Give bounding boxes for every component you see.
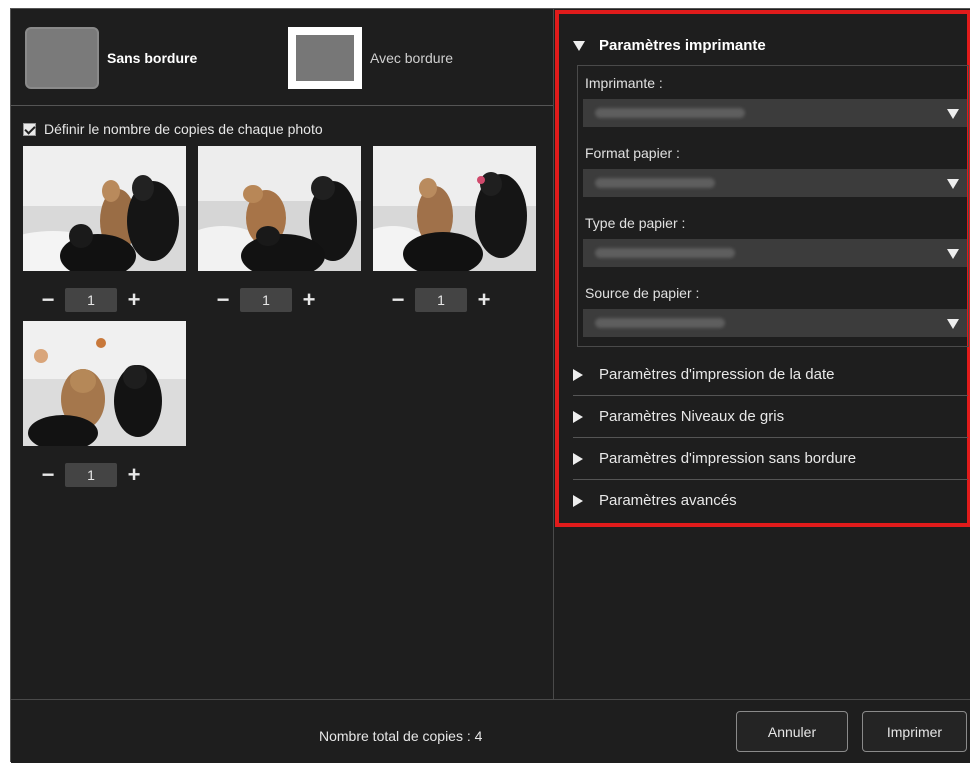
printer-label: Imprimante : [585, 75, 663, 91]
decrease-button[interactable]: − [212, 289, 234, 311]
printer-select-blurred-value [595, 108, 745, 118]
borderless-option[interactable]: Sans bordure [25, 27, 197, 89]
expand-right-icon [573, 410, 583, 423]
expand-right-icon [573, 452, 583, 465]
copy-count[interactable]: 1 [240, 288, 292, 312]
paper-type-label: Type de papier : [585, 215, 686, 231]
bordered-option[interactable]: Avec bordure [288, 27, 453, 89]
section-date-printing[interactable]: Paramètres d'impression de la date [573, 366, 834, 383]
printer-settings-group: Imprimante : Format papier : Type de pap… [577, 65, 969, 347]
section-label: Paramètres avancés [599, 492, 737, 509]
copy-count[interactable]: 1 [415, 288, 467, 312]
expand-right-icon [573, 494, 583, 507]
section-grayscale[interactable]: Paramètres Niveaux de gris [573, 408, 784, 425]
bordered-thumbnail[interactable] [288, 27, 362, 89]
section-label: Paramètres d'impression sans bordure [599, 450, 857, 467]
increase-button[interactable]: + [473, 289, 495, 311]
print-settings-window: Sans bordure Avec bordure Définir le nom… [10, 8, 970, 763]
dropdown-arrow-icon [947, 319, 959, 329]
copies-per-photo-checkbox-row[interactable]: Définir le nombre de copies de chaque ph… [23, 121, 323, 137]
borderless-thumbnail[interactable] [25, 27, 99, 89]
decrease-button[interactable]: − [387, 289, 409, 311]
dropdown-arrow-icon [947, 179, 959, 189]
border-options: Sans bordure Avec bordure [11, 9, 553, 106]
dogs-photo-image [198, 146, 361, 271]
copy-count[interactable]: 1 [65, 288, 117, 312]
decrease-button[interactable]: − [37, 289, 59, 311]
settings-panel: Paramètres imprimante Imprimante : Forma… [554, 9, 970, 699]
paper-type-select[interactable] [583, 239, 967, 267]
photo-thumbnail[interactable] [23, 146, 186, 271]
copies-per-photo-checkbox[interactable] [23, 122, 36, 136]
paper-size-label: Format papier : [585, 145, 680, 161]
section-label: Paramètres d'impression de la date [599, 366, 835, 383]
printer-select[interactable] [583, 99, 967, 127]
section-divider [573, 395, 968, 396]
paper-type-blurred-value [595, 248, 735, 258]
section-advanced[interactable]: Paramètres avancés [573, 492, 737, 509]
footer-bar: Nombre total de copies : 4 Annuler Impri… [11, 699, 970, 763]
copy-count[interactable]: 1 [65, 463, 117, 487]
section-label: Paramètres Niveaux de gris [599, 408, 785, 425]
dogs-photo-image [23, 146, 186, 271]
cancel-button[interactable]: Annuler [736, 711, 848, 752]
dogs-photo-image [23, 321, 186, 446]
paper-size-select[interactable] [583, 169, 967, 197]
photo-thumbnail[interactable] [198, 146, 361, 271]
total-copies-text: Nombre total de copies : 4 [319, 728, 483, 744]
paper-source-blurred-value [595, 318, 725, 328]
dropdown-arrow-icon [947, 249, 959, 259]
photo-panel: Sans bordure Avec bordure Définir le nom… [11, 9, 554, 699]
increase-button[interactable]: + [123, 464, 145, 486]
copy-stepper: − 1 + [37, 463, 145, 487]
increase-button[interactable]: + [123, 289, 145, 311]
decrease-button[interactable]: − [37, 464, 59, 486]
photo-thumbnail[interactable] [23, 321, 186, 446]
copy-stepper: − 1 + [387, 288, 495, 312]
expand-down-icon [573, 40, 585, 51]
section-divider [573, 479, 968, 480]
photo-thumbnail[interactable] [373, 146, 536, 271]
expand-right-icon [573, 368, 583, 381]
dropdown-arrow-icon [947, 109, 959, 119]
copy-stepper: − 1 + [212, 288, 320, 312]
printer-settings-title: Paramètres imprimante [599, 37, 766, 54]
increase-button[interactable]: + [298, 289, 320, 311]
copies-per-photo-label: Définir le nombre de copies de chaque ph… [44, 121, 323, 137]
paper-source-select[interactable] [583, 309, 967, 337]
bordered-label: Avec bordure [370, 50, 454, 66]
paper-source-label: Source de papier : [585, 285, 700, 301]
printer-settings-header[interactable]: Paramètres imprimante [573, 37, 766, 54]
dogs-photo-image [373, 146, 536, 271]
section-divider [573, 437, 968, 438]
print-button[interactable]: Imprimer [862, 711, 967, 752]
section-borderless-printing[interactable]: Paramètres d'impression sans bordure [573, 450, 856, 467]
copy-stepper: − 1 + [37, 288, 145, 312]
paper-size-blurred-value [595, 178, 715, 188]
borderless-label: Sans bordure [107, 50, 198, 66]
